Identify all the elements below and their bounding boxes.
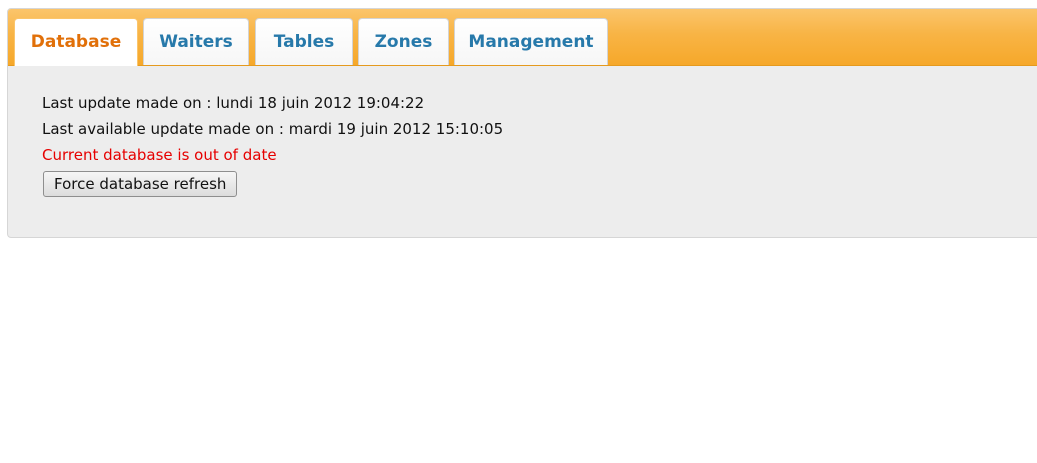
tab-tables[interactable]: Tables — [255, 18, 353, 65]
database-panel: Last update made on : lundi 18 juin 2012… — [8, 66, 1037, 237]
tab-zones[interactable]: Zones — [358, 18, 449, 65]
force-database-refresh-button[interactable]: Force database refresh — [43, 171, 238, 197]
tab-database[interactable]: Database — [14, 18, 138, 66]
tabs-widget: Database Waiters Tables Zones Management… — [7, 8, 1037, 238]
database-status-message: Current database is out of date — [42, 146, 277, 164]
last-available-update-text: Last available update made on : mardi 19… — [42, 120, 504, 138]
tab-management[interactable]: Management — [454, 18, 608, 65]
tab-waiters[interactable]: Waiters — [143, 18, 249, 65]
tab-bar: Database Waiters Tables Zones Management — [8, 9, 1037, 66]
last-update-text: Last update made on : lundi 18 juin 2012… — [42, 94, 425, 112]
